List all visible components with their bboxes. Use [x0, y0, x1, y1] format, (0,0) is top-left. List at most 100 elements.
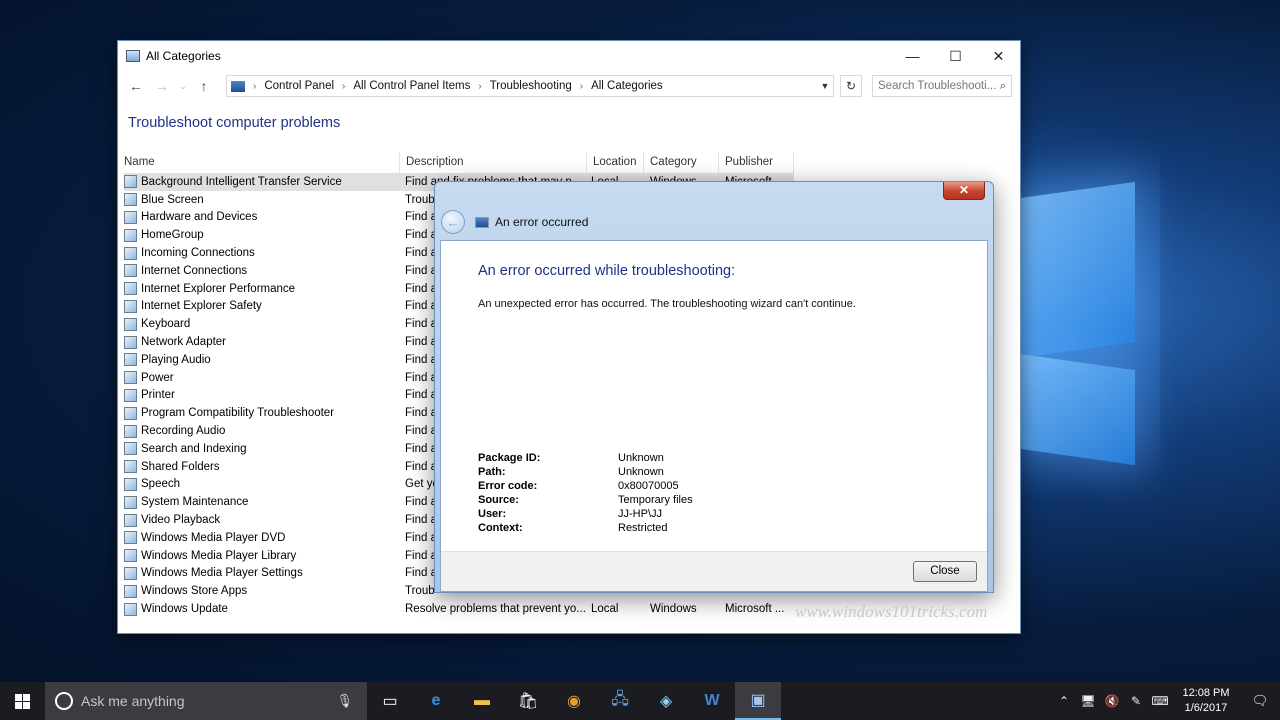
troubleshooter-icon — [124, 406, 137, 420]
back-arrow-icon[interactable]: ← — [126, 78, 146, 94]
file-explorer-icon[interactable]: ▬ — [459, 682, 505, 720]
troubleshooter-icon — [124, 513, 137, 527]
chevron-up-icon[interactable]: ⌃ — [1052, 694, 1076, 708]
breadcrumb-separator-icon: › — [478, 80, 482, 92]
paint-icon[interactable]: ◈ — [643, 682, 689, 720]
clock[interactable]: 12:08 PM 1/6/2017 — [1172, 686, 1240, 716]
forward-arrow-icon[interactable]: → — [152, 78, 172, 94]
start-button[interactable] — [0, 682, 45, 720]
task-view-icon[interactable]: ▭ — [367, 682, 413, 720]
item-publisher: Microsoft ... — [725, 603, 785, 616]
column-header-location[interactable]: Location — [587, 152, 644, 174]
troubleshooter-icon — [124, 246, 137, 260]
detail-label: Context: — [478, 522, 523, 534]
item-name: Recording Audio — [141, 425, 226, 438]
troubleshooter-icon — [124, 566, 137, 580]
chrome-icon[interactable]: ◉ — [551, 682, 597, 720]
troubleshooter-icon — [124, 175, 137, 189]
item-name: Keyboard — [141, 318, 191, 331]
troubleshooter-icon — [124, 371, 137, 385]
troubleshooter-icon — [124, 282, 137, 296]
item-name: Program Compatibility Troubleshooter — [141, 407, 335, 420]
word-icon[interactable]: W — [689, 682, 735, 720]
system-tray: ⌃ 🖥 🔇 ✎ ⌨ 12:08 PM 1/6/2017 🗨 — [1052, 682, 1280, 720]
troubleshooter-icon — [124, 264, 137, 278]
breadcrumb-separator-icon: › — [579, 80, 584, 92]
troubleshooter-icon — [124, 477, 137, 491]
close-button[interactable]: ✕ — [977, 41, 1020, 71]
detail-label: Source: — [478, 494, 519, 506]
column-header-description[interactable]: Description — [400, 152, 587, 174]
troubleshooter-icon — [124, 584, 137, 598]
search-placeholder: Search Troubleshooti... — [878, 80, 997, 92]
item-name: Hardware and Devices — [141, 211, 258, 224]
back-arrow-icon[interactable]: ← — [441, 210, 465, 234]
breadcrumb-control-panel[interactable]: Control Panel — [264, 80, 334, 92]
store-icon[interactable]: 🛍 — [505, 682, 551, 720]
item-name: Internet Connections — [141, 264, 248, 277]
breadcrumb-all-items[interactable]: All Control Panel Items — [353, 80, 470, 92]
item-name: Power — [141, 371, 174, 384]
chevron-down-icon[interactable]: ▼ — [817, 81, 833, 91]
dialog-title: An error occurred — [495, 215, 589, 229]
cortana-icon — [55, 692, 73, 710]
address-bar-row: ← → ⌄ ↑ › Control Panel › All Control Pa… — [118, 71, 1020, 101]
item-name: Video Playback — [141, 514, 221, 527]
up-arrow-icon[interactable]: ↑ — [194, 78, 214, 94]
cortana-search-box[interactable]: Ask me anything 🎙 — [45, 682, 367, 720]
error-details: Package ID: Unknown Path: Unknown Error co… — [478, 452, 693, 536]
dialog-close-button[interactable]: ✕ — [943, 182, 985, 200]
network-app-icon[interactable]: 🖧 — [597, 682, 643, 720]
detail-value: JJ-HP\JJ — [618, 508, 662, 520]
clock-date: 1/6/2017 — [1184, 702, 1228, 714]
item-description: Resolve problems that prevent yo... — [405, 603, 586, 616]
column-header-category[interactable]: Category — [644, 152, 719, 174]
keyboard-icon[interactable]: ⌨ — [1148, 694, 1172, 708]
breadcrumb-all-categories[interactable]: All Categories — [591, 80, 663, 92]
pen-icon[interactable]: ✎ — [1124, 694, 1148, 708]
detail-label: User: — [478, 508, 507, 520]
troubleshooter-icon — [124, 549, 137, 563]
network-icon[interactable]: 🖥 — [1076, 694, 1100, 708]
watermark: www.windows101tricks.com — [795, 602, 988, 621]
breadcrumb-troubleshooting[interactable]: Troubleshooting — [490, 80, 572, 92]
breadcrumb-separator-icon: › — [253, 80, 257, 92]
item-category: Windows — [650, 603, 697, 616]
refresh-icon[interactable]: ↻ — [840, 75, 862, 97]
troubleshooter-icon — [124, 602, 137, 616]
maximize-button[interactable]: ☐ — [934, 41, 977, 71]
control-panel-icon[interactable]: ▣ — [735, 682, 781, 720]
list-item[interactable]: Windows Update Resolve problems that prev… — [124, 600, 794, 618]
dialog-body: An error occurred while troubleshooting:… — [440, 240, 988, 592]
volume-muted-icon[interactable]: 🔇 — [1100, 694, 1124, 708]
dialog-footer: Close — [441, 551, 987, 591]
recent-locations-icon[interactable]: ⌄ — [178, 81, 188, 92]
column-header-name[interactable]: Name — [118, 152, 400, 174]
error-message: An unexpected error has occurred. The tr… — [478, 298, 856, 310]
troubleshooter-icon — [124, 317, 137, 331]
detail-value: 0x80070005 — [618, 480, 679, 492]
item-name: Speech — [141, 478, 181, 491]
close-button[interactable]: Close — [913, 561, 977, 582]
troubleshooter-icon — [124, 460, 137, 474]
item-name: Windows Media Player Library — [141, 549, 297, 562]
microphone-icon[interactable]: 🎙 — [336, 693, 353, 709]
minimize-button[interactable]: — — [891, 41, 934, 71]
search-icon: ⌕ — [999, 79, 1006, 92]
item-location: Local — [591, 603, 619, 616]
troubleshooter-icon — [124, 353, 137, 367]
edge-icon[interactable]: e — [413, 682, 459, 720]
detail-value: Restricted — [618, 522, 668, 534]
control-panel-icon — [126, 50, 140, 62]
troubleshooter-icon — [475, 216, 489, 228]
action-center-icon[interactable]: 🗨 — [1240, 693, 1280, 709]
address-bar[interactable]: › Control Panel › All Control Panel Item… — [226, 75, 834, 97]
item-name: Search and Indexing — [141, 442, 247, 455]
detail-label: Error code: — [478, 480, 538, 492]
troubleshooter-icon — [124, 442, 137, 456]
taskbar: Ask me anything 🎙 ▭ e ▬ 🛍 ◉ 🖧 ◈ W ▣ ⌃ 🖥 … — [0, 682, 1280, 720]
clock-time: 12:08 PM — [1182, 687, 1230, 699]
troubleshooter-icon — [124, 193, 137, 207]
search-input[interactable]: Search Troubleshooti... ⌕ — [872, 75, 1012, 97]
column-header-publisher[interactable]: Publisher — [719, 152, 794, 174]
